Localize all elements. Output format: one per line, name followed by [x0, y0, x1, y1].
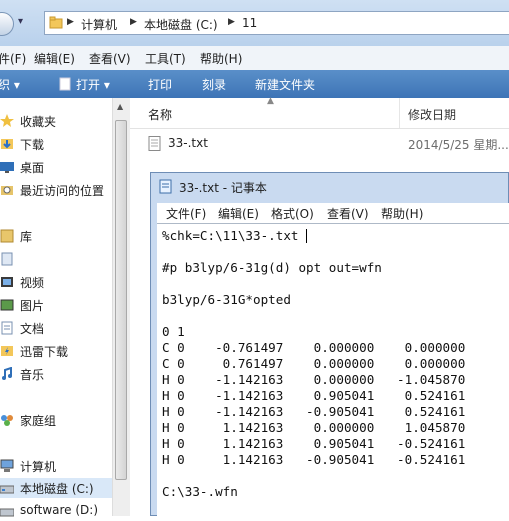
navigation-pane: 收藏夹 下载 桌面 最近访问的位置 库 视频 图片 文档 迅雷下载 音乐 家庭组… [0, 98, 112, 517]
sidebar-item-downloads[interactable]: 下载 [0, 134, 112, 154]
notepad-menu-view[interactable]: 查看(V) [327, 205, 369, 222]
star-icon [0, 114, 14, 127]
sidebar-item-library-sub[interactable] [0, 249, 112, 269]
open-icon [59, 77, 71, 91]
notepad-menu-bar: 文件(F) 编辑(E) 格式(O) 查看(V) 帮助(H) [157, 203, 509, 223]
organize-button[interactable]: 织 ▾ [0, 76, 20, 93]
menu-file[interactable]: 件(F) [0, 50, 26, 67]
address-box[interactable]: ▶ 计算机 ▶ 本地磁盘 (C:) ▶ 11 [44, 11, 509, 35]
print-button[interactable]: 打印 [148, 76, 172, 93]
notepad-window: 33-.txt - 记事本 文件(F) 编辑(E) 格式(O) 查看(V) 帮助… [150, 172, 509, 518]
sidebar-item-thunder-downloads[interactable]: 迅雷下载 [0, 341, 112, 361]
menu-view[interactable]: 查看(V) [89, 50, 131, 67]
scroll-up-icon[interactable]: ▲ [117, 102, 123, 111]
music-icon [2, 367, 12, 380]
computer-icon [0, 459, 14, 472]
column-header-name[interactable]: 名称 [148, 106, 172, 123]
breadcrumb-drive-c[interactable]: 本地磁盘 (C:) [144, 16, 218, 33]
notepad-menu-file[interactable]: 文件(F) [166, 205, 206, 222]
new-folder-button[interactable]: 新建文件夹 [255, 76, 315, 93]
sidebar-item-pictures[interactable]: 图片 [0, 295, 112, 315]
chevron-down-icon[interactable]: ▾ [18, 16, 23, 27]
menu-edit[interactable]: 编辑(E) [34, 50, 75, 67]
menu-bar: 件(F) 编辑(E) 查看(V) 工具(T) 帮助(H) [0, 46, 509, 71]
library-item-icon [1, 252, 13, 266]
homegroup-icon [1, 415, 13, 426]
sidebar-item-music[interactable]: 音乐 [0, 364, 112, 384]
notepad-menu-edit[interactable]: 编辑(E) [218, 205, 259, 222]
sidebar-item-homegroup[interactable]: 家庭组 [0, 410, 112, 430]
video-icon [1, 277, 13, 287]
file-row[interactable]: 33-.txt 2014/5/25 星期... [144, 133, 509, 153]
sort-ascending-icon: ▲ [267, 96, 274, 106]
recent-places-icon [1, 186, 13, 195]
sidebar-item-desktop[interactable]: 桌面 [0, 157, 112, 177]
text-caret [306, 229, 307, 243]
folder-icon [49, 16, 63, 29]
file-modified-date: 2014/5/25 星期... [408, 138, 509, 152]
notepad-content[interactable]: %chk=C:\11\33-.txt #p b3lyp/6-31g(d) opt… [162, 228, 465, 500]
notepad-text-area[interactable]: %chk=C:\11\33-.txt #p b3lyp/6-31g(d) opt… [157, 223, 509, 518]
sidebar-item-libraries[interactable]: 库 [0, 226, 112, 246]
breadcrumb-separator-icon: ▶ [67, 17, 74, 27]
desktop-icon [0, 162, 14, 173]
library-icon [0, 229, 14, 243]
command-bar: 织 ▾ 打开 ▾ 打印 刻录 新建文件夹 [0, 70, 509, 98]
column-header-modified[interactable]: 修改日期 [408, 106, 456, 123]
back-button[interactable] [0, 12, 14, 36]
notepad-title: 33-.txt - 记事本 [179, 181, 267, 195]
notepad-menu-format[interactable]: 格式(O) [271, 205, 314, 222]
burn-button[interactable]: 刻录 [202, 76, 226, 93]
text-file-icon [148, 136, 161, 151]
download-folder-icon [1, 139, 13, 149]
menu-help[interactable]: 帮助(H) [200, 50, 242, 67]
sidebar-item-computer[interactable]: 计算机 [0, 456, 112, 476]
documents-icon [1, 321, 13, 335]
breadcrumb-computer[interactable]: 计算机 [81, 16, 117, 33]
open-button[interactable]: 打开 ▾ [76, 76, 110, 93]
scrollbar-thumb[interactable] [115, 120, 127, 480]
sidebar-item-drive-d[interactable]: software (D:) [0, 501, 112, 521]
breadcrumb-separator-icon: ▶ [228, 17, 235, 27]
column-header-row: 名称 ▲ 修改日期 [130, 96, 509, 129]
file-name: 33-.txt [168, 136, 208, 150]
menu-tools[interactable]: 工具(T) [145, 50, 186, 67]
sidebar-item-favorites[interactable]: 收藏夹 [0, 111, 112, 131]
sidebar-item-drive-c[interactable]: 本地磁盘 (C:) [0, 478, 112, 498]
navigation-pane-scrollbar[interactable]: ▲ [112, 98, 130, 516]
sidebar-item-recent-places[interactable]: 最近访问的位置 [0, 180, 112, 200]
thunder-download-icon [1, 346, 13, 356]
notepad-menu-help[interactable]: 帮助(H) [381, 205, 423, 222]
breadcrumb-separator-icon: ▶ [130, 17, 137, 27]
sidebar-item-videos[interactable]: 视频 [0, 272, 112, 292]
address-bar-region: ▾ ▶ 计算机 ▶ 本地磁盘 (C:) ▶ 11 [0, 0, 509, 46]
notepad-icon [159, 179, 172, 194]
drive-c-icon [0, 485, 14, 494]
sidebar-item-documents[interactable]: 文档 [0, 318, 112, 338]
breadcrumb-folder-11[interactable]: 11 [242, 16, 257, 30]
pictures-icon [0, 299, 14, 311]
column-divider[interactable] [399, 98, 400, 128]
